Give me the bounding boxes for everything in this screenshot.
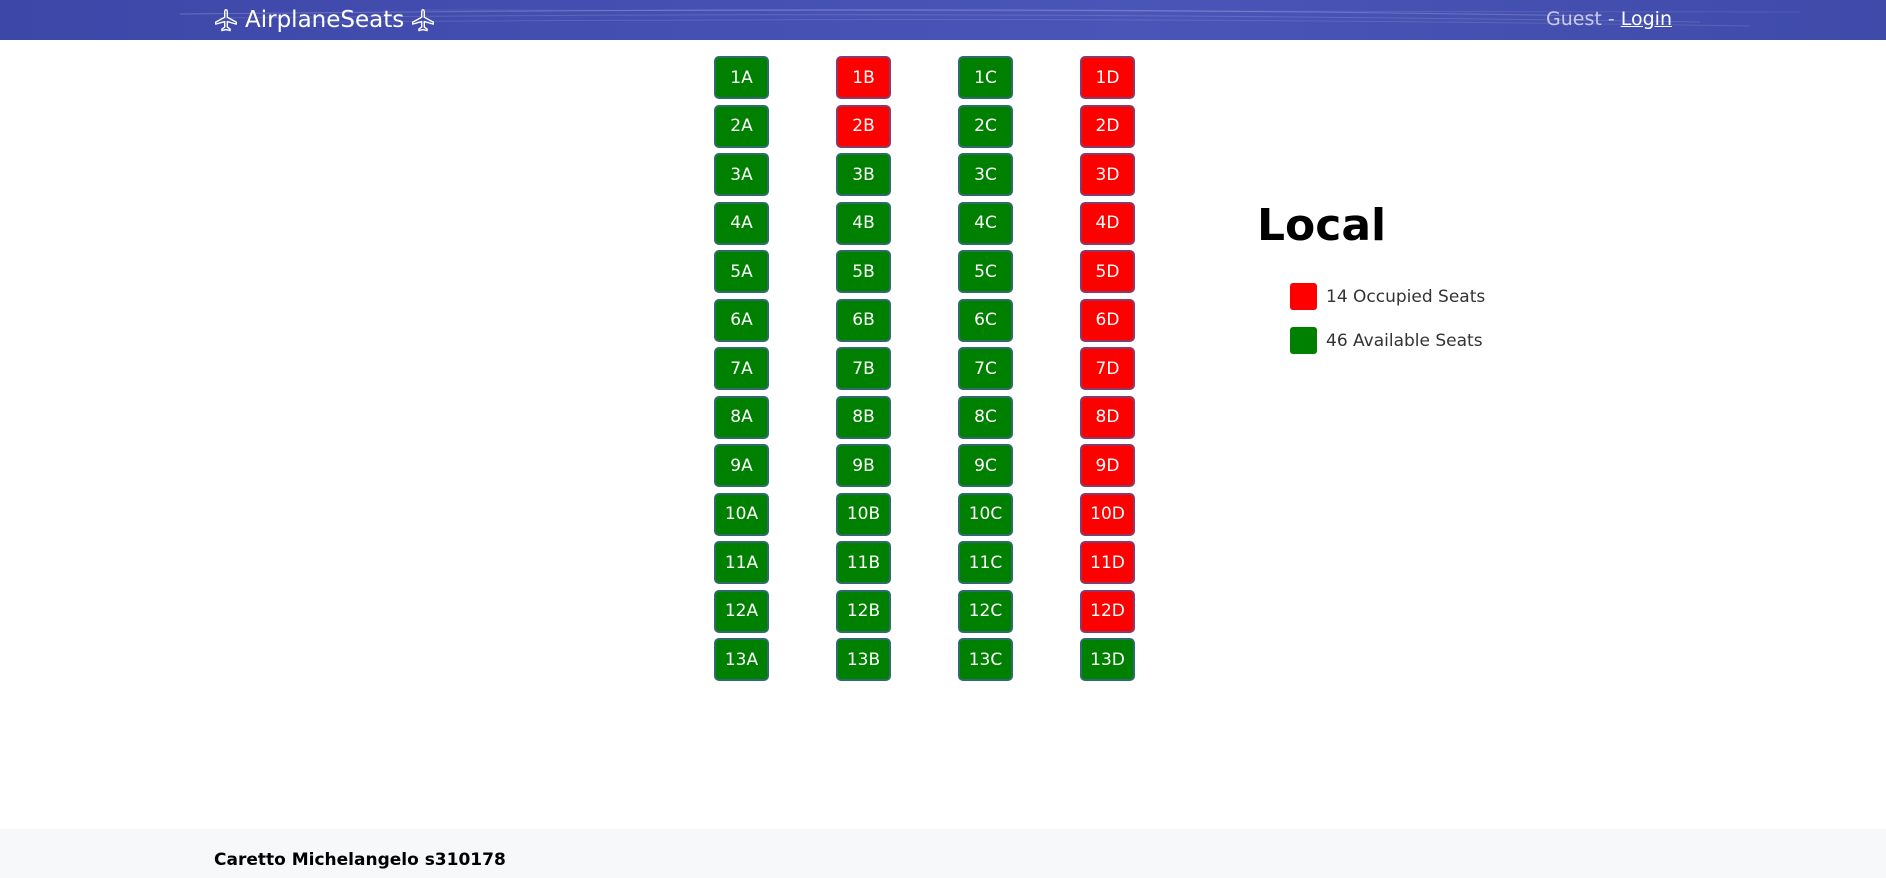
seat-10d-button[interactable]: 10D [1080,492,1135,536]
seat-8a-button[interactable]: 8A [714,395,769,439]
seat-2a-button[interactable]: 2A [714,104,769,148]
seat-2b-button[interactable]: 2B [836,104,891,148]
legend-available-row: 46 Available Seats [1290,327,1485,354]
seat-13c-button[interactable]: 13C [958,638,1013,681]
seat-7c-button[interactable]: 7C [958,347,1013,390]
seat-13d-button[interactable]: 13D [1080,638,1135,681]
seat-6c-button[interactable]: 6C [958,298,1013,342]
guest-label: Guest [1545,8,1602,30]
available-swatch [1290,327,1317,354]
seat-3c-button[interactable]: 3C [958,153,1013,196]
brand-link[interactable]: AirplaneSeats [213,5,436,35]
seat-6a-button[interactable]: 6A [714,298,769,342]
seat-9b-button[interactable]: 9B [836,444,891,487]
seat-9d-button[interactable]: 9D [1080,444,1135,487]
seat-5d-button[interactable]: 5D [1080,250,1135,293]
seat-1d-button[interactable]: 1D [1080,56,1135,99]
seat-3b-button[interactable]: 3B [836,153,891,196]
seat-1a-button[interactable]: 1A [714,56,769,99]
airplane-icon [213,7,239,33]
seat-12b-button[interactable]: 12B [836,589,891,633]
seat-10c-button[interactable]: 10C [958,492,1013,536]
seat-8b-button[interactable]: 8B [836,395,891,439]
seat-13a-button[interactable]: 13A [714,638,769,681]
seat-11b-button[interactable]: 11B [836,541,891,584]
seat-3d-button[interactable]: 3D [1080,153,1135,196]
seat-11c-button[interactable]: 11C [958,541,1013,584]
seat-8d-button[interactable]: 8D [1080,395,1135,439]
seat-9c-button[interactable]: 9C [958,444,1013,487]
seat-4b-button[interactable]: 4B [836,201,891,245]
seat-1c-button[interactable]: 1C [958,56,1013,99]
seat-7b-button[interactable]: 7B [836,347,891,390]
available-count-label: 46 Available Seats [1326,330,1483,351]
seat-2d-button[interactable]: 2D [1080,104,1135,148]
user-separator: - [1601,8,1621,30]
seat-3a-button[interactable]: 3A [714,153,769,196]
navbar: AirplaneSeats Guest - Login [0,0,1886,40]
seat-10b-button[interactable]: 10B [836,492,891,536]
seat-9a-button[interactable]: 9A [714,444,769,487]
airplane-icon [410,7,436,33]
seat-4c-button[interactable]: 4C [958,201,1013,245]
footer: Caretto Michelangelo s310178 [0,829,1886,878]
seat-1b-button[interactable]: 1B [836,56,891,99]
seat-4d-button[interactable]: 4D [1080,201,1135,245]
occupied-swatch [1290,283,1317,310]
seat-8c-button[interactable]: 8C [958,395,1013,439]
seat-5c-button[interactable]: 5C [958,250,1013,293]
seat-12c-button[interactable]: 12C [958,589,1013,633]
seat-13b-button[interactable]: 13B [836,638,891,681]
occupied-count-label: 14 Occupied Seats [1326,286,1486,307]
seat-5b-button[interactable]: 5B [836,250,891,293]
seat-10a-button[interactable]: 10A [714,492,769,536]
seat-map: 1A 1B 1C 1D 2A 2B 2C 2D 3A 3B 3C 3D 4A 4B 4C 4D 5A 5B 5C 5D… [714,56,1135,681]
seat-5a-button[interactable]: 5A [714,250,769,293]
seat-11a-button[interactable]: 11A [714,541,769,584]
legend-title: Local [1257,200,1387,251]
login-link[interactable]: Login [1621,8,1672,30]
legend-occupied-row: 14 Occupied Seats [1290,283,1485,310]
seat-4a-button[interactable]: 4A [714,201,769,245]
seat-7d-button[interactable]: 7D [1080,347,1135,390]
seat-7a-button[interactable]: 7A [714,347,769,390]
seat-2c-button[interactable]: 2C [958,104,1013,148]
seat-12a-button[interactable]: 12A [714,589,769,633]
seat-6d-button[interactable]: 6D [1080,298,1135,342]
brand-label: AirplaneSeats [245,7,405,33]
user-area: Guest - Login [1546,8,1672,30]
seat-6b-button[interactable]: 6B [836,298,891,342]
seat-12d-button[interactable]: 12D [1080,589,1135,633]
seat-11d-button[interactable]: 11D [1080,541,1135,584]
seat-legend: Local 14 Occupied Seats 46 Available Sea… [1257,200,1485,354]
footer-author: Caretto Michelangelo s310178 [214,850,506,870]
